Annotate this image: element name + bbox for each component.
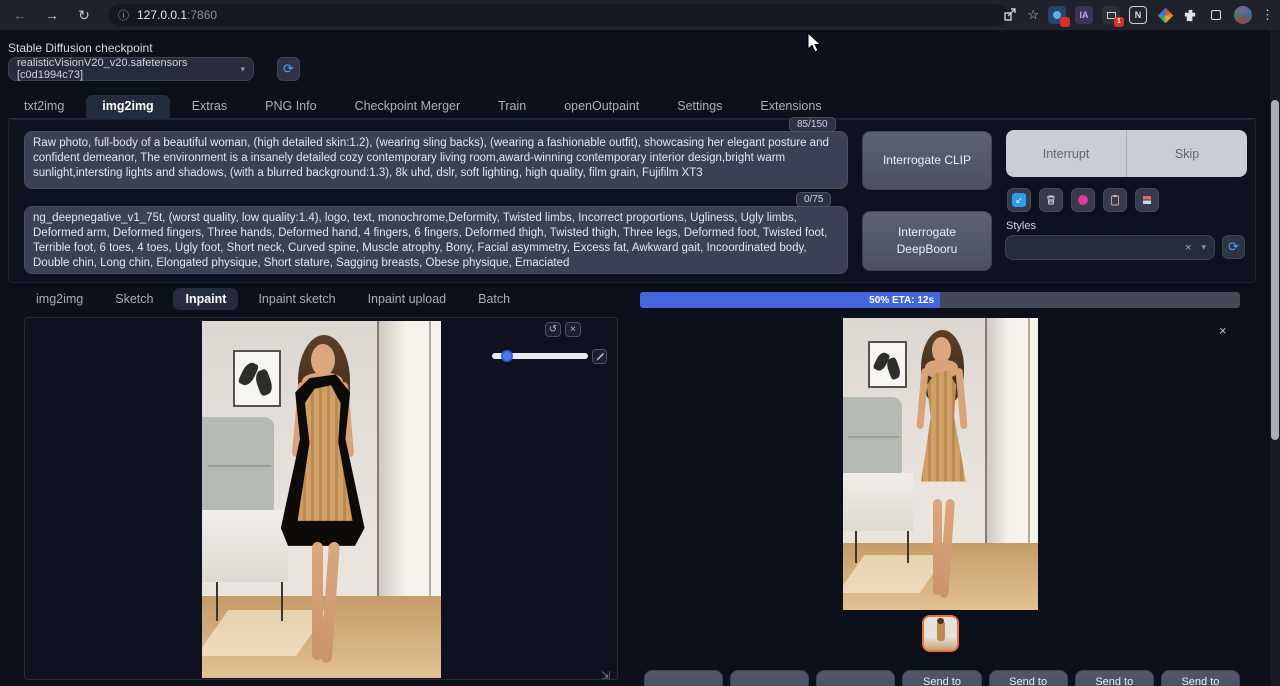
share-icon[interactable] — [1002, 7, 1018, 23]
img2img-mode-tabs: img2img Sketch Inpaint Inpaint sketch In… — [24, 288, 522, 310]
checkpoint-value: realisticVisionV20_v20.safetensors [c0d1… — [17, 57, 240, 81]
tab-settings[interactable]: Settings — [661, 95, 738, 118]
scrollbar-thumb[interactable] — [1271, 100, 1279, 440]
tab-checkpoint-merger[interactable]: Checkpoint Merger — [339, 95, 477, 118]
styles-refresh-button[interactable]: ⟳ — [1222, 235, 1245, 259]
prompt-textarea[interactable]: Raw photo, full-body of a beautiful woma… — [24, 131, 848, 189]
forward-icon[interactable]: → — [40, 4, 64, 26]
styles-dropdown[interactable]: × ▾ — [1005, 235, 1215, 260]
inpaint-source-image[interactable] — [202, 321, 441, 678]
photo-sofa — [202, 417, 274, 517]
generation-controls: Interrupt Skip — [1006, 130, 1247, 177]
subtab-inpaint-upload[interactable]: Inpaint upload — [356, 288, 459, 310]
generation-preview-image[interactable] — [843, 318, 1038, 610]
checkpoint-dropdown[interactable]: realisticVisionV20_v20.safetensors [c0d1… — [8, 57, 254, 81]
browser-chrome: ← → ↻ ⓘ 127.0.0.1 :7860 ☆ IA 1 N ⋮ — [0, 0, 1280, 30]
tab-img2img[interactable]: img2img — [86, 95, 169, 118]
bookmark-star-icon[interactable]: ☆ — [1027, 7, 1039, 23]
subtab-img2img[interactable]: img2img — [24, 288, 95, 310]
site-info-icon[interactable]: ⓘ — [118, 7, 129, 23]
extra-networks-icon — [1078, 195, 1088, 205]
gallery-close-icon[interactable]: × — [1219, 323, 1227, 338]
canvas-toolbar: ↺ × — [545, 322, 581, 337]
apply-styles-button[interactable] — [1103, 188, 1127, 212]
url-port: :7860 — [187, 8, 217, 22]
interrupt-button[interactable]: Interrupt — [1006, 130, 1126, 177]
main-tabs: txt2img img2img Extras PNG Info Checkpoi… — [8, 95, 1256, 119]
reload-icon[interactable]: ↻ — [72, 4, 96, 26]
checkpoint-refresh-button[interactable]: ⟳ — [277, 57, 300, 81]
send-to-inpaint-button[interactable]: Send to — [989, 670, 1068, 686]
paste-generation-params-button[interactable]: ↙ — [1007, 188, 1031, 212]
send-to-openoutpaint-button[interactable]: Send to — [1161, 670, 1240, 686]
extension-icon-1[interactable] — [1048, 6, 1066, 24]
extension-icon-3[interactable] — [1207, 6, 1225, 24]
tab-txt2img[interactable]: txt2img — [8, 95, 80, 118]
photo-woman-face — [311, 344, 335, 376]
send-to-extras-button[interactable]: Send to — [1075, 670, 1154, 686]
extension-icon-n[interactable]: N — [1129, 6, 1147, 24]
tab-png-info[interactable]: PNG Info — [249, 95, 332, 118]
chevron-down-icon: ▾ — [240, 64, 245, 75]
clipboard-icon — [1109, 194, 1121, 206]
quick-actions: ↙ — [1007, 188, 1159, 212]
interrogate-deepbooru-button[interactable]: Interrogate DeepBooru — [862, 211, 992, 271]
save-card-icon — [1141, 194, 1153, 206]
extra-networks-button[interactable] — [1071, 188, 1095, 212]
browser-menu-icon[interactable]: ⋮ — [1261, 7, 1274, 23]
photo-wall-art — [233, 350, 281, 407]
subtab-batch[interactable]: Batch — [466, 288, 522, 310]
trash-icon — [1045, 194, 1057, 206]
send-button-1[interactable] — [816, 670, 895, 686]
extensions-puzzle-icon[interactable] — [1183, 8, 1198, 23]
url-host: 127.0.0.1 — [137, 8, 187, 22]
checkpoint-label: Stable Diffusion checkpoint — [8, 41, 153, 55]
page-scrollbar[interactable] — [1270, 30, 1280, 686]
generation-progress-bar: 50% ETA: 12s — [640, 292, 1240, 308]
interrogate-clip-button[interactable]: Interrogate CLIP — [862, 131, 992, 190]
brush-icon — [595, 352, 605, 362]
progress-fill: 50% ETA: 12s — [640, 292, 940, 308]
tab-extras[interactable]: Extras — [176, 95, 243, 118]
photo-table — [202, 510, 288, 581]
result-actions: Send to Send to Send to Send to — [644, 670, 1240, 686]
negative-prompt-textarea[interactable]: ng_deepnegative_v1_75t, (worst quality, … — [24, 206, 848, 274]
clear-image-icon[interactable]: × — [565, 322, 581, 337]
tab-openoutpaint[interactable]: openOutpaint — [548, 95, 655, 118]
styles-label: Styles — [1006, 220, 1036, 232]
tab-train[interactable]: Train — [482, 95, 542, 118]
subtab-inpaint-sketch[interactable]: Inpaint sketch — [246, 288, 347, 310]
skip-button[interactable]: Skip — [1127, 130, 1247, 177]
clear-prompt-button[interactable] — [1039, 188, 1063, 212]
undo-icon[interactable]: ↺ — [545, 322, 561, 337]
mouse-cursor — [806, 32, 824, 54]
brush-tool-button[interactable] — [592, 349, 607, 364]
brush-size-handle[interactable] — [501, 350, 513, 362]
tab-extensions[interactable]: Extensions — [744, 95, 837, 118]
prompt-token-counter: 85/150 — [789, 117, 836, 132]
subtab-sketch[interactable]: Sketch — [103, 288, 165, 310]
chevron-down-icon: ▾ — [1201, 242, 1206, 253]
subtab-inpaint[interactable]: Inpaint — [173, 288, 238, 310]
gallery-thumbnail-selected[interactable] — [922, 615, 959, 652]
save-button[interactable] — [644, 670, 723, 686]
send-to-img2img-button[interactable]: Send to — [902, 670, 981, 686]
paste-arrow-icon: ↙ — [1012, 193, 1026, 207]
negative-token-counter: 0/75 — [796, 192, 831, 207]
extension-icon-2[interactable]: 1 — [1102, 6, 1120, 24]
app-root: ← → ↻ ⓘ 127.0.0.1 :7860 ☆ IA 1 N ⋮ Stabl… — [0, 0, 1280, 686]
resize-handle-icon[interactable]: ⇲ — [601, 669, 610, 682]
browser-toolbar-icons: ☆ IA 1 N ⋮ — [1002, 0, 1274, 30]
clear-styles-icon[interactable]: × — [1185, 242, 1191, 254]
url-bar[interactable]: ⓘ 127.0.0.1 :7860 — [108, 4, 1008, 26]
zip-button[interactable] — [730, 670, 809, 686]
save-style-button[interactable] — [1135, 188, 1159, 212]
extension-icon-ia[interactable]: IA — [1075, 6, 1093, 24]
extension-icon-diamond[interactable] — [1156, 6, 1174, 24]
profile-avatar[interactable] — [1234, 6, 1252, 24]
back-icon[interactable]: ← — [8, 4, 32, 26]
